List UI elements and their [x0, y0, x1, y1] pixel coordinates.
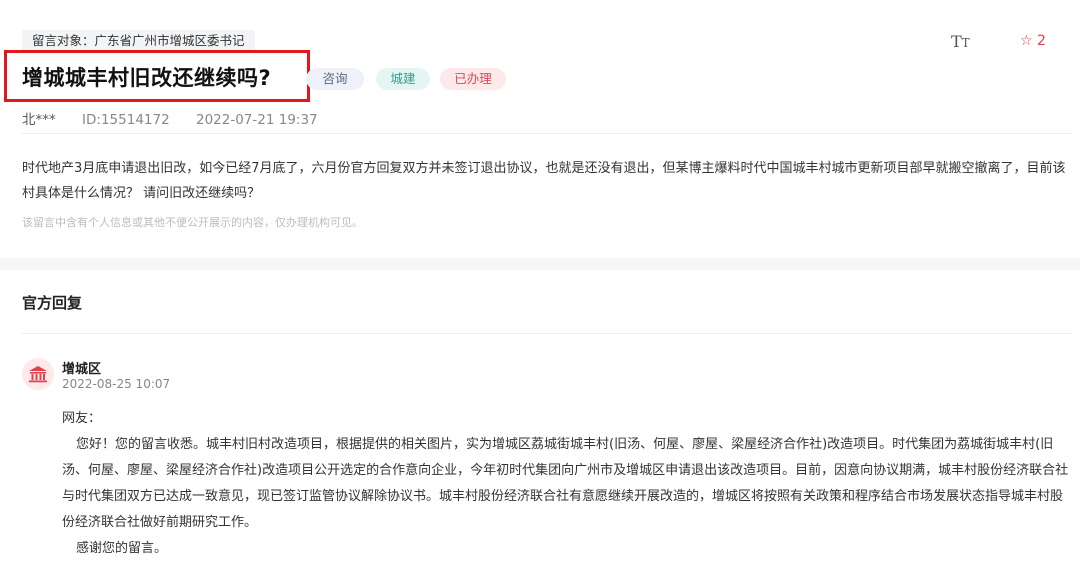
- privacy-note: 该留言中含有个人信息或其他不便公开展示的内容，仅办理机构可见。: [22, 216, 363, 229]
- reply-section-title: 官方回复: [22, 294, 83, 312]
- tag-consult: 咨询: [306, 68, 364, 90]
- tag-construction: 城建: [376, 68, 430, 90]
- message-body: 时代地产3月底申请退出旧改，如今已经7月底了，六月份官方回复双方并未签订退出协议…: [22, 161, 1066, 201]
- reply-paragraph: 您好！您的留言收悉。城丰村旧村改造项目，根据提供的相关图片，实为增城区荔城街城丰…: [62, 437, 1069, 530]
- section-separator: [0, 258, 1080, 270]
- reply-body: 网友： 您好！您的留言收悉。城丰村旧村改造项目，根据提供的相关图片，实为增城区荔…: [62, 406, 1074, 562]
- font-size-icon[interactable]: TT: [951, 32, 970, 51]
- star-icon: ☆: [1020, 33, 1033, 49]
- tag-status-done: 已办理: [440, 68, 506, 90]
- author-name: 北***: [22, 112, 56, 128]
- favorite-button[interactable]: ☆ 2: [1020, 33, 1046, 49]
- favorite-count: 2: [1037, 33, 1046, 49]
- message-datetime: 2022-07-21 19:37: [195, 112, 318, 128]
- message-meta: 北*** ID:15514172 2022-07-21 19:37: [22, 108, 340, 128]
- reply-greeting: 网友：: [62, 411, 102, 426]
- reply-datetime: 2022-08-25 10:07: [62, 377, 171, 391]
- divider: [22, 333, 1072, 334]
- reply-organization: 增城区: [62, 362, 102, 377]
- recipient-label: 留言对象：广东省广州市增城区委书记: [22, 30, 255, 52]
- divider: [22, 133, 1072, 134]
- reply-closing: 感谢您的留言。: [76, 541, 168, 556]
- page-title: 增城城丰村旧改还继续吗?: [22, 66, 272, 90]
- font-size-glyph-small: T: [961, 36, 970, 50]
- font-size-glyph-large: T: [951, 32, 962, 51]
- message-id: ID:15514172: [82, 112, 170, 128]
- government-building-icon: [22, 358, 54, 390]
